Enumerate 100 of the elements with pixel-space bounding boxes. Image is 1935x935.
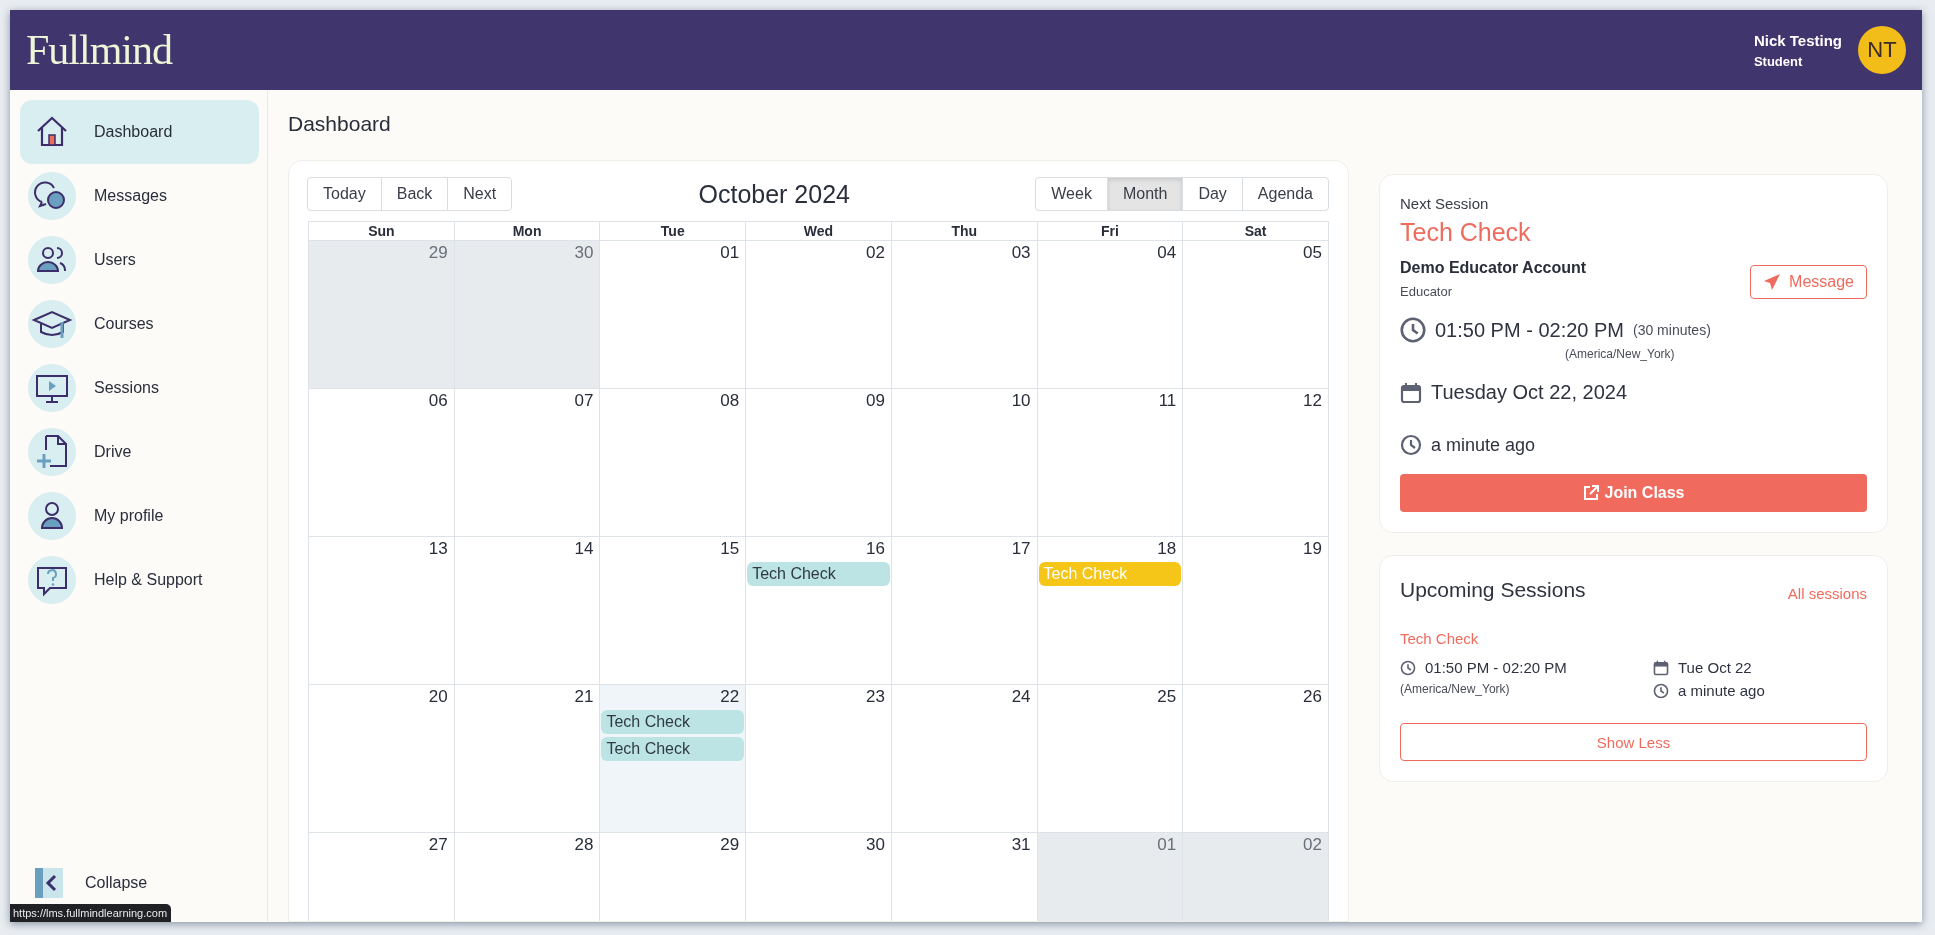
sidebar-item[interactable]: Sessions [20,356,259,420]
avatar[interactable]: NT [1858,26,1906,74]
view-button[interactable]: Day [1182,177,1243,211]
calendar-title: October 2024 [697,179,851,209]
day-cell[interactable]: 31 [891,833,1038,921]
toolbar-button[interactable]: Today [307,177,382,211]
day-number: 11 [1158,391,1178,411]
day-number: 17 [1011,539,1032,559]
monitor-play-icon [28,364,76,412]
day-cell[interactable]: 01 [1037,833,1184,921]
user-name: Nick Testing [1753,31,1842,49]
event-chip[interactable]: Tech Check [747,562,890,586]
send-icon [1763,273,1782,291]
day-number: 28 [574,835,595,855]
day-number: 12 [1303,391,1323,411]
sidebar-item[interactable]: Users [20,228,259,292]
day-cell[interactable]: 10 [891,389,1038,537]
day-number: 26 [1303,687,1323,707]
day-number: 02 [865,243,886,263]
day-cell[interactable]: 29 [600,833,747,921]
day-cell[interactable]: 06 [309,389,455,537]
sidebar-item[interactable]: Courses [20,292,259,356]
day-number: 01 [1157,835,1178,855]
day-cell[interactable]: 24 [891,685,1038,833]
day-cell[interactable]: 17 [891,537,1038,685]
day-cell[interactable]: 19 [1183,537,1329,685]
day-number: 29 [720,835,741,855]
weekday-header: Wed [746,222,892,241]
event-chip[interactable]: Tech Check [601,737,745,761]
day-number: 30 [574,243,595,263]
session-time: 01:50 PM - 02:20 PM [1435,318,1624,342]
logo: Fullmind [26,26,173,74]
day-cell[interactable]: 12 [1183,389,1329,537]
day-cell[interactable]: 02 [1183,833,1329,921]
session-time: 01:50 PM - 02:20 PM [1425,659,1567,676]
day-cell[interactable]: 09 [746,389,892,537]
day-cell[interactable]: 05 [1183,241,1329,389]
users-icon [28,236,76,284]
day-cell[interactable]: 08 [600,389,747,537]
toolbar-button[interactable]: Next [447,177,513,211]
view-button[interactable]: Month [1106,177,1184,211]
day-number: 05 [1303,243,1323,263]
session-date: Tuesday Oct 22, 2024 [1431,381,1628,404]
url-tooltip: https://lms.fullmindlearning.com [10,904,172,922]
day-cell[interactable]: 30 [746,833,892,921]
file-plus-icon [28,428,76,476]
day-number: 24 [1011,687,1032,707]
collapse-label[interactable]: Collapse [85,874,148,892]
day-cell[interactable]: 27 [309,833,455,921]
day-number: 09 [865,391,886,411]
sidebar-item[interactable]: My profile [20,484,259,548]
event-chip[interactable]: Tech Check [601,710,745,734]
day-cell[interactable]: 13 [309,537,455,685]
relative-time: a minute ago [1431,434,1536,456]
toolbar-button[interactable]: Back [380,177,449,211]
help-icon [28,556,76,604]
day-cell[interactable]: 02 [746,241,892,389]
day-cell[interactable]: 07 [454,389,601,537]
sidebar-item[interactable]: Messages [20,164,259,228]
clock-icon [1400,434,1422,456]
day-cell[interactable]: 28 [454,833,601,921]
day-cell[interactable]: 30 [454,241,601,389]
timezone: (America/New_York) [1565,347,1676,361]
clock-icon [1400,317,1426,343]
day-cell[interactable]: 04 [1037,241,1184,389]
day-number: 23 [865,687,886,707]
user-role: Student [1753,53,1803,69]
day-cell[interactable]: 29 [309,241,455,389]
graduation-cap-icon [28,300,76,348]
weekday-header: Fri [1037,222,1184,241]
view-button[interactable]: Agenda [1241,177,1329,211]
sidebar-item[interactable]: Drive [20,420,259,484]
day-cell[interactable]: 16 Tech Check [746,537,892,685]
weekday-header: Tue [600,222,747,241]
day-number: 19 [1303,539,1323,559]
day-cell[interactable]: 11 [1037,389,1184,537]
calendar-icon [1400,381,1422,404]
day-number: 04 [1157,243,1178,263]
day-number: 22 [720,687,741,707]
day-number: 27 [428,835,449,855]
day-cell[interactable]: 01 [600,241,747,389]
sidebar-item[interactable]: Help & Support [20,548,259,612]
weekday-header: Thu [891,222,1038,241]
day-cell[interactable]: 22 Tech Check Tech Check [600,685,747,833]
timezone: (America/New_York) [1400,682,1511,698]
sidebar-item[interactable]: Dashboard [20,100,259,164]
view-button[interactable]: Week [1035,177,1108,211]
day-cell[interactable]: 23 [746,685,892,833]
day-number: 31 [1011,835,1032,855]
collapse-icon [35,868,63,898]
card-heading: Next Session [1400,195,1490,212]
person-icon [28,492,76,540]
chat-bubbles-icon [28,172,76,220]
day-number: 21 [574,687,595,707]
external-link-icon [1582,484,1601,502]
day-number: 14 [574,539,595,559]
day-cell[interactable]: 03 [891,241,1038,389]
day-cell[interactable]: 18 Tech Check [1037,537,1184,685]
day-cell[interactable]: 14 [454,537,601,685]
day-cell[interactable]: 20 [309,685,455,833]
